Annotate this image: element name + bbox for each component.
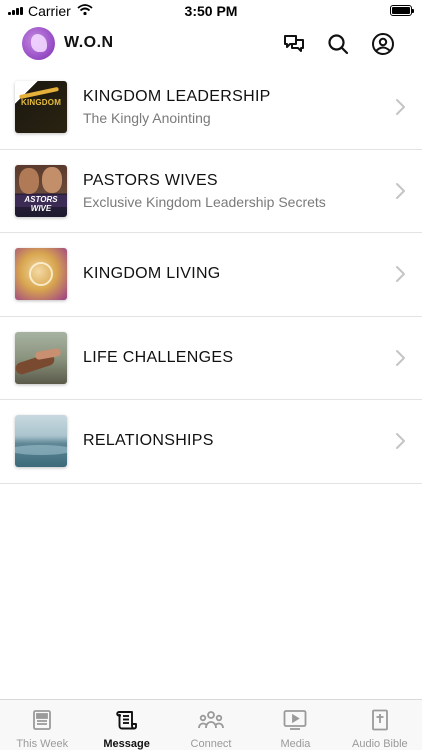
thumbnail-image: ASTORS WIVE [15, 164, 67, 217]
tab-bar: This Week Message Connect Media Audio Bi… [0, 699, 422, 750]
bible-icon [367, 708, 393, 732]
tab-message[interactable]: Message [84, 700, 168, 750]
chevron-right-icon [396, 349, 405, 366]
account-icon [372, 33, 394, 55]
thumbnail-image [15, 415, 67, 467]
people-icon [198, 708, 224, 732]
tab-label: This Week [16, 738, 69, 750]
item-title: KINGDOM LIVING [83, 265, 221, 283]
list-item[interactable]: LIFE CHALLENGES [0, 317, 422, 400]
chevron-right-icon [396, 266, 405, 283]
thumbnail-image: KINGDOM [15, 81, 67, 133]
item-title: KINGDOM LEADERSHIP [83, 88, 271, 106]
status-time: 3:50 PM [184, 3, 238, 19]
tab-label: Media [280, 738, 311, 750]
thumbnail-image [15, 331, 67, 384]
app-header: W.O.N [0, 22, 422, 66]
item-title: PASTORS WIVES [83, 171, 218, 189]
account-button[interactable] [370, 31, 396, 57]
chat-button[interactable] [281, 31, 307, 57]
thumbnail-image [15, 248, 67, 300]
list-item[interactable]: RELATIONSHIPS [0, 400, 422, 484]
tab-this-week[interactable]: This Week [0, 700, 84, 750]
item-title: LIFE CHALLENGES [83, 348, 234, 366]
app-title: W.O.N [64, 34, 114, 51]
search-button[interactable] [325, 31, 351, 57]
chat-icon [284, 35, 304, 52]
newspaper-icon [29, 708, 55, 732]
tab-audio-bible[interactable]: Audio Bible [338, 700, 422, 750]
item-subtitle: Exclusive Kingdom Leadership Secrets [83, 193, 326, 210]
chevron-right-icon [396, 182, 405, 199]
tab-label: Connect [190, 738, 232, 750]
tab-media[interactable]: Media [253, 700, 337, 750]
message-list: KINGDOM KINGDOM LEADERSHIP The Kingly An… [0, 66, 422, 484]
list-item[interactable]: ASTORS WIVE PASTORS WIVES Exclusive King… [0, 150, 422, 233]
scroll-icon [114, 708, 140, 732]
chevron-right-icon [396, 433, 405, 450]
chevron-right-icon [396, 99, 405, 116]
list-item[interactable]: KINGDOM LIVING [0, 233, 422, 317]
status-bar: Carrier 3:50 PM [0, 0, 422, 22]
tab-label: Message [103, 738, 150, 750]
item-subtitle: The Kingly Anointing [83, 110, 211, 127]
tab-connect[interactable]: Connect [169, 700, 253, 750]
battery-icon [390, 5, 414, 16]
tab-label: Audio Bible [352, 738, 408, 750]
list-item[interactable]: KINGDOM KINGDOM LEADERSHIP The Kingly An… [0, 66, 422, 150]
app-logo[interactable] [22, 27, 55, 60]
video-icon [282, 708, 308, 732]
item-title: RELATIONSHIPS [83, 432, 214, 450]
search-icon [328, 34, 349, 55]
